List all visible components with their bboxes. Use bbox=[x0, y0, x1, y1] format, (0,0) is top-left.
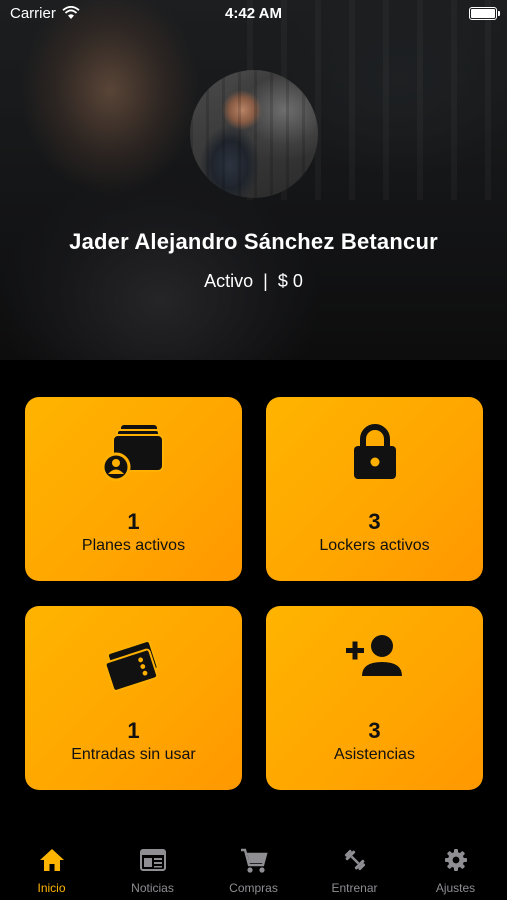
tab-inicio[interactable]: Inicio bbox=[1, 838, 102, 900]
tab-compras-label: Compras bbox=[229, 881, 278, 895]
user-name: Jader Alejandro Sánchez Betancur bbox=[69, 229, 438, 254]
asistencias-label: Asistencias bbox=[334, 746, 415, 763]
battery-icon bbox=[469, 7, 500, 20]
user-status-line: Activo | $ 0 bbox=[0, 271, 507, 292]
card-entradas-sin-usar[interactable]: 1 Entradas sin usar bbox=[25, 606, 242, 790]
status-separator: | bbox=[263, 271, 268, 291]
asistencias-count: 3 bbox=[368, 718, 381, 743]
tab-bar: Inicio Noticias Compras Entrenar Ajustes bbox=[0, 838, 507, 900]
planes-count: 1 bbox=[127, 509, 140, 534]
tab-entrenar-label: Entrenar bbox=[331, 881, 378, 895]
account-balance: $ 0 bbox=[277, 271, 303, 291]
card-planes-activos[interactable]: 1 Planes activos bbox=[25, 397, 242, 581]
profile-header: Carrier 4:42 AM Jader Alejandro Sánchez … bbox=[0, 0, 507, 360]
tab-ajustes[interactable]: Ajustes bbox=[405, 838, 506, 900]
tab-entrenar[interactable]: Entrenar bbox=[304, 838, 405, 900]
lock-icon bbox=[353, 424, 396, 479]
tab-compras[interactable]: Compras bbox=[203, 838, 304, 900]
planes-label: Planes activos bbox=[81, 537, 186, 554]
entradas-label: Entradas sin usar bbox=[71, 746, 196, 763]
home-icon bbox=[39, 849, 64, 871]
dumbbell-icon bbox=[344, 849, 365, 871]
person-add-icon bbox=[345, 635, 402, 676]
tab-noticias[interactable]: Noticias bbox=[102, 838, 203, 900]
ticket-icon bbox=[104, 640, 159, 692]
entradas-count: 1 bbox=[127, 718, 140, 743]
tab-noticias-label: Noticias bbox=[131, 881, 174, 895]
lockers-count: 3 bbox=[368, 509, 381, 534]
tab-ajustes-label: Ajustes bbox=[435, 881, 476, 895]
avatar[interactable] bbox=[190, 70, 318, 198]
card-lockers-activos[interactable]: 3 Lockers activos bbox=[266, 397, 483, 581]
cart-icon bbox=[240, 848, 268, 873]
status-bar: Carrier 4:42 AM bbox=[0, 0, 507, 28]
gear-icon bbox=[444, 849, 467, 871]
card-asistencias[interactable]: 3 Asistencias bbox=[266, 606, 483, 790]
wallet-user-icon bbox=[101, 425, 164, 482]
clock: 4:42 AM bbox=[225, 5, 282, 22]
lockers-label: Lockers activos bbox=[319, 537, 430, 554]
newspaper-icon bbox=[139, 849, 166, 871]
tab-inicio-label: Inicio bbox=[37, 881, 66, 895]
membership-status: Activo bbox=[204, 271, 254, 291]
